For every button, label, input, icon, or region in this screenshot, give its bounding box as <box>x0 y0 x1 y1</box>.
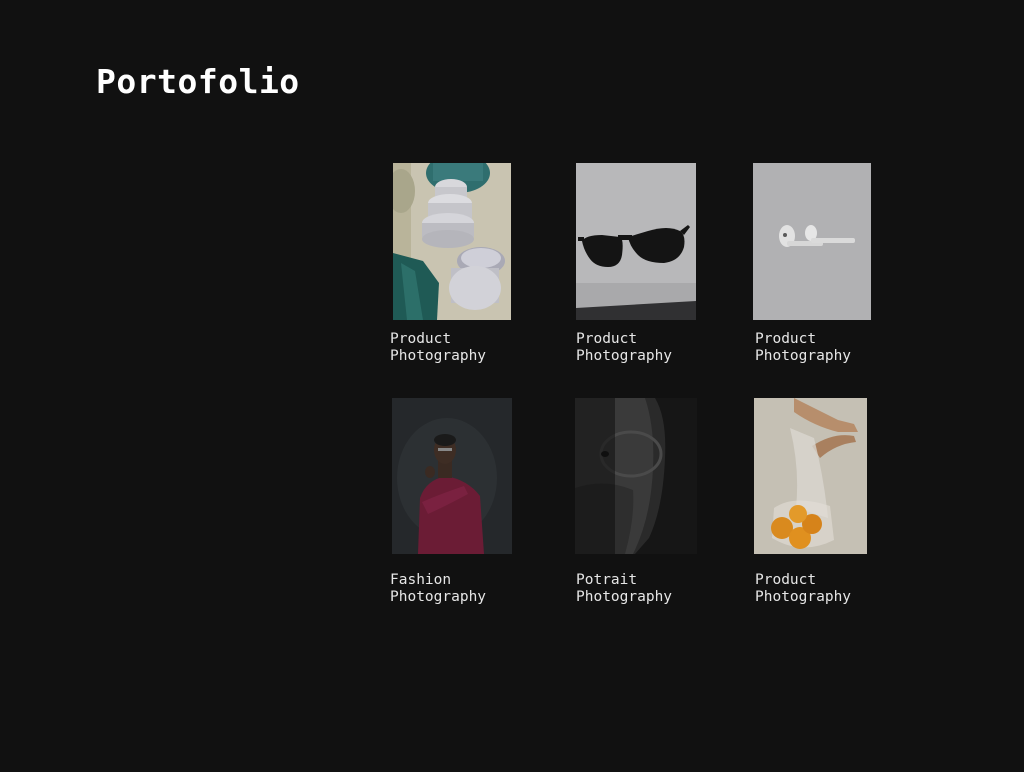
portfolio-caption: Product Photography <box>755 572 851 606</box>
caption-category: Product <box>576 331 638 347</box>
caption-type: Photography <box>390 348 487 364</box>
portfolio-card-4[interactable]: Fashion Photography <box>390 397 515 607</box>
caption-type: Photography <box>576 589 673 605</box>
caption-type: Photography <box>755 348 852 364</box>
portfolio-caption: Product Photography <box>755 331 851 365</box>
portfolio-image-wireless-earbuds[interactable] <box>753 163 871 320</box>
portfolio-caption: Product Photography <box>390 331 486 365</box>
caption-type: Photography <box>390 589 487 605</box>
portfolio-image-sunglasses[interactable] <box>576 163 696 320</box>
portfolio-card-2[interactable]: Product Photography <box>576 163 701 368</box>
caption-category: Product <box>755 331 817 347</box>
portfolio-caption: Potrait Photography <box>576 572 672 606</box>
page-title: Portofolio <box>96 62 300 101</box>
portfolio-caption: Product Photography <box>576 331 672 365</box>
portfolio-image-ceramic-vessels[interactable] <box>393 163 511 320</box>
caption-type: Photography <box>755 589 852 605</box>
portfolio-caption: Fashion Photography <box>390 572 486 606</box>
caption-type: Photography <box>576 348 673 364</box>
portfolio-card-5[interactable]: Potrait Photography <box>575 397 700 607</box>
portfolio-page: Portofolio Product Photography Product P… <box>0 0 1024 772</box>
caption-category: Potrait <box>576 572 638 588</box>
portfolio-image-man-red-sweater[interactable] <box>392 398 512 554</box>
portfolio-card-6[interactable]: Product Photography <box>753 397 878 607</box>
portfolio-card-3[interactable]: Product Photography <box>753 163 878 368</box>
caption-category: Fashion <box>390 572 452 588</box>
caption-category: Product <box>390 331 452 347</box>
portfolio-image-man-with-glasses[interactable] <box>575 398 697 554</box>
portfolio-image-oranges-in-net-bag[interactable] <box>754 398 867 554</box>
portfolio-card-1[interactable]: Product Photography <box>390 163 515 368</box>
caption-category: Product <box>755 572 817 588</box>
